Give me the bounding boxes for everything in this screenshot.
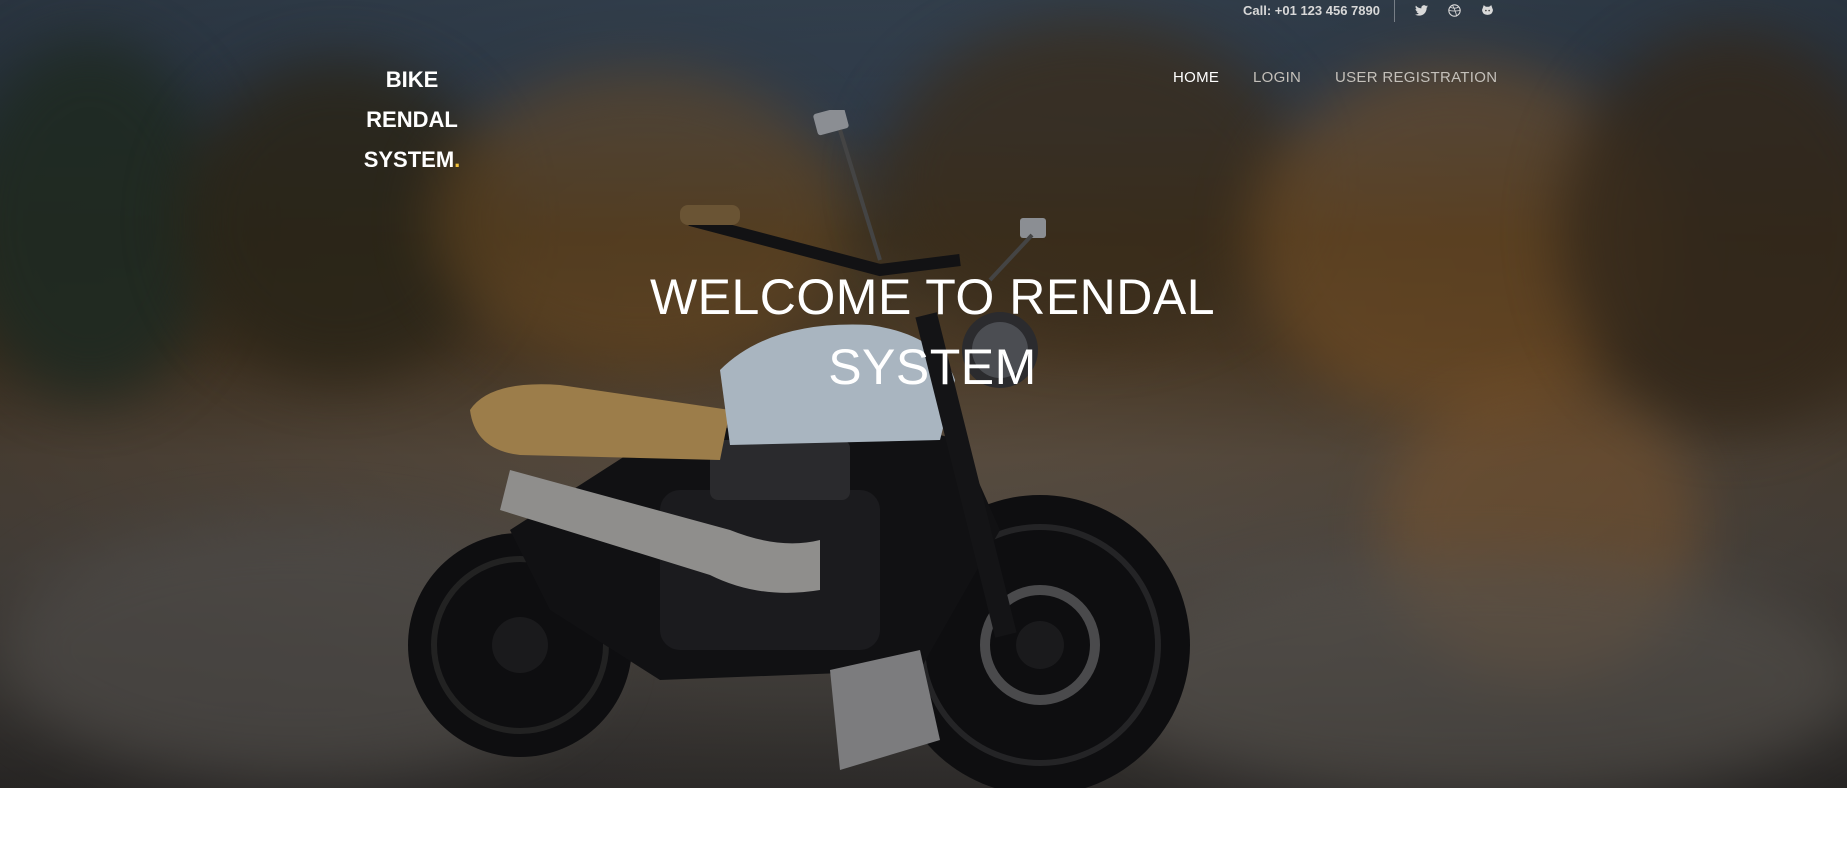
brand-line-3: SYSTEM. [352, 140, 472, 180]
nav-home[interactable]: HOME [1173, 69, 1219, 86]
github-icon[interactable] [1479, 2, 1495, 18]
dribbble-icon[interactable] [1446, 2, 1462, 18]
brand-logo[interactable]: BIKE RENDAL SYSTEM. [352, 60, 472, 180]
nav-login[interactable]: LOGIN [1253, 69, 1301, 86]
twitter-icon[interactable] [1413, 2, 1429, 18]
motorcycle-image [408, 110, 1190, 788]
phone-number: Call: +01 123 456 7890 [1243, 3, 1380, 18]
nav-user-registration[interactable]: USER REGISTRATION [1335, 69, 1497, 86]
topbar-divider [1394, 0, 1395, 22]
top-bar: Call: +01 123 456 7890 [0, 0, 1847, 22]
brand-dot: . [454, 147, 461, 172]
brand-line-2: RENDAL [366, 107, 458, 132]
brand-line-3-text: SYSTEM [363, 147, 455, 172]
hero-title: WELCOME TO RENDAL SYSTEM [649, 269, 1216, 395]
brand-line-1: BIKE [385, 67, 439, 92]
